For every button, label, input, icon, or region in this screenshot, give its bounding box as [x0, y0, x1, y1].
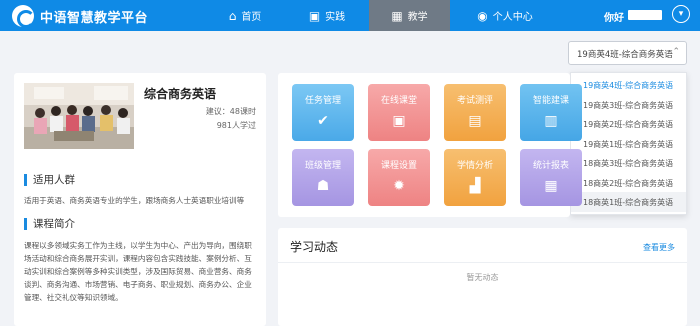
task-icon: ✔ [317, 113, 329, 129]
nav-practice-label: 实践 [325, 12, 346, 23]
class-option[interactable]: 19商英1班-综合商务英语 [571, 134, 686, 154]
intro-heading: 课程简介 [24, 218, 75, 230]
nav-home[interactable]: ⌂ 首页 [206, 0, 284, 31]
nav-teaching[interactable]: ▦ 教学 [369, 0, 450, 31]
audience-heading: 适用人群 [24, 174, 75, 186]
course-learner-count: 981人学过 [216, 121, 256, 130]
classroom-icon: ▣ [392, 113, 406, 129]
tile-label: 考试测评 [456, 96, 493, 106]
class-dropdown-menu: 19商英4班-综合商务英语 19商英3班-综合商务英语 19商英2班-综合商务英… [570, 72, 687, 215]
app-title: 中语智慧教学平台 [40, 10, 149, 26]
logo-icon [12, 5, 35, 28]
report-icon: ▦ [544, 178, 558, 194]
class-select-value: 19商英4班-综合商务英语 [577, 50, 673, 60]
user-icon: ◉ [477, 8, 488, 23]
nav-personal-center[interactable]: ◉ 个人中心 [462, 0, 548, 31]
tile-label: 课程设置 [380, 161, 417, 171]
tile-online-classroom[interactable]: 在线课堂 ▣ [368, 84, 430, 141]
function-tiles-panel: 任务管理 ✔ 在线课堂 ▣ 考试测评 ▤ 智能建课 ▥ 班级管理 ☗ 课程设置 … [278, 73, 582, 217]
nav-home-label: 首页 [241, 12, 262, 23]
class-option[interactable]: 19商英2班-综合商务英语 [571, 114, 686, 134]
study-dynamics-title: 学习动态 [290, 240, 339, 254]
chevron-up-icon: ⌃ [672, 47, 680, 57]
tile-smart-course-build[interactable]: 智能建课 ▥ [520, 84, 582, 141]
class-select[interactable]: 19商英4班-综合商务英语 ⌃ [568, 41, 687, 65]
tile-label: 智能建课 [532, 96, 569, 106]
class-option[interactable]: 18商英3班-综合商务英语 [571, 153, 686, 173]
class-manage-icon: ☗ [316, 178, 330, 194]
greeting-text: 你好 [604, 13, 624, 24]
class-option[interactable]: 18商英2班-综合商务英语 [571, 173, 686, 193]
play-icon: ▣ [308, 8, 321, 23]
grid-icon: ▦ [391, 8, 403, 23]
tile-label: 在线课堂 [380, 96, 417, 106]
nav-teaching-label: 教学 [407, 12, 428, 23]
tile-label: 统计报表 [532, 161, 569, 171]
tile-course-settings[interactable]: 课程设置 ✹ [368, 149, 430, 206]
empty-state-text: 暂无动态 [466, 273, 499, 282]
course-cover-image [24, 83, 134, 149]
tile-learning-analysis[interactable]: 学情分析 ▟ [444, 149, 506, 206]
tile-label: 学情分析 [456, 161, 493, 171]
app-logo[interactable]: 中语智慧教学平台 [12, 5, 149, 28]
tile-task-management[interactable]: 任务管理 ✔ [292, 84, 354, 141]
home-icon: ⌂ [228, 8, 237, 23]
username-redacted [628, 10, 662, 20]
tile-class-management[interactable]: 班级管理 ☗ [292, 149, 354, 206]
exam-icon: ▤ [468, 113, 482, 129]
course-title: 综合商务英语 [144, 87, 217, 101]
class-option[interactable]: 19商英3班-综合商务英语 [571, 95, 686, 115]
audience-text: 适用于英语、商务英语专业的学生，跟场商务人士英语职业培训等 [24, 196, 245, 205]
divider [278, 262, 687, 263]
tile-exam-assessment[interactable]: 考试测评 ▤ [444, 84, 506, 141]
course-info-panel: 综合商务英语 建议：48课时 981人学过 适用人群 适用于英语、商务英语专业的… [14, 73, 266, 326]
user-menu-chevron-icon[interactable]: ▾ [672, 5, 690, 23]
tile-label: 班级管理 [304, 161, 341, 171]
nav-practice[interactable]: ▣ 实践 [288, 0, 366, 31]
intro-text: 课程以多领域实务工作为主线，以学生为中心、产出为导向，围绕职场活动和综合商务展开… [24, 241, 252, 302]
view-more-link[interactable]: 查看更多 [643, 242, 675, 253]
study-dynamics-panel: 学习动态 查看更多 暂无动态 [278, 228, 687, 326]
tile-label: 任务管理 [304, 96, 341, 106]
analysis-icon: ▟ [469, 178, 481, 194]
course-suggested-hours: 建议：48课时 [205, 107, 256, 116]
class-option[interactable]: 19商英4班-综合商务英语 [571, 75, 686, 95]
settings-icon: ✹ [393, 178, 405, 194]
tile-statistics-report[interactable]: 统计报表 ▦ [520, 149, 582, 206]
nav-personal-center-label: 个人中心 [492, 12, 533, 23]
class-option[interactable]: 18商英1班-综合商务英语 [571, 192, 686, 212]
classroom-photo [24, 83, 134, 149]
build-course-icon: ▥ [544, 113, 558, 129]
top-navigation-bar: 中语智慧教学平台 ⌂ 首页 ▣ 实践 ▦ 教学 ◉ 个人中心 你好 ▾ [0, 0, 700, 31]
